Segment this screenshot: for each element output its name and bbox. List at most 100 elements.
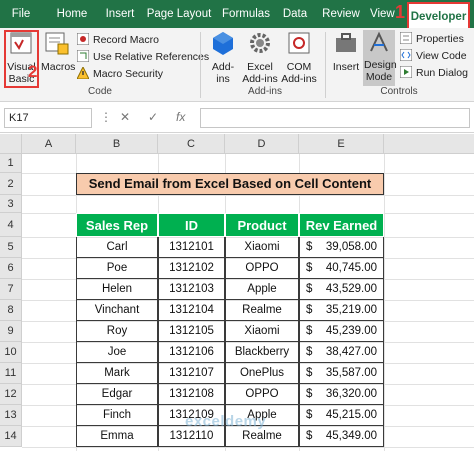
tab-file[interactable]: File [6, 0, 36, 28]
cell-sales-rep[interactable]: Joe [76, 342, 158, 363]
insert-function-icon[interactable]: fx [176, 110, 185, 124]
cell-rev-earned[interactable]: $45,215.00 [299, 405, 384, 426]
com-addins-button[interactable]: COM Add-ins [280, 30, 318, 85]
tab-home[interactable]: Home [52, 0, 92, 28]
design-mode-icon [370, 31, 388, 52]
cell-rev-earned[interactable]: $45,239.00 [299, 321, 384, 342]
row-header-3[interactable]: 3 [0, 195, 22, 213]
cell-product[interactable]: OnePlus [225, 363, 299, 384]
column-header-e[interactable]: E [299, 134, 384, 154]
cell-sales-rep[interactable]: Poe [76, 258, 158, 279]
row-header-12[interactable]: 12 [0, 384, 22, 405]
select-all-corner[interactable] [0, 134, 22, 154]
header-sales-rep[interactable]: Sales Rep [76, 213, 158, 237]
cell-id[interactable]: 1312102 [158, 258, 225, 279]
header-rev-earned[interactable]: Rev Earned [299, 213, 384, 237]
cell-rev-earned[interactable]: $39,058.00 [299, 237, 384, 258]
cell-rev-earned[interactable]: $43,529.00 [299, 279, 384, 300]
cell-sales-rep[interactable]: Vinchant [76, 300, 158, 321]
record-macro-button[interactable]: Record Macro [77, 32, 159, 48]
amount-value: 45,349.00 [325, 430, 377, 442]
cell-sales-rep[interactable]: Mark [76, 363, 158, 384]
cell-product[interactable]: Xiaomi [225, 237, 299, 258]
name-box[interactable]: K17 [4, 108, 92, 128]
view-code-button[interactable]: View Code [400, 48, 467, 64]
run-dialog-button[interactable]: Run Dialog [400, 65, 468, 81]
cell-rev-earned[interactable]: $38,427.00 [299, 342, 384, 363]
row-header-1[interactable]: 1 [0, 154, 22, 173]
relative-references-button[interactable]: Use Relative References [77, 49, 209, 65]
cell-product[interactable]: Xiaomi [225, 321, 299, 342]
row-header-13[interactable]: 13 [0, 405, 22, 426]
header-product[interactable]: Product [225, 213, 299, 237]
cell-rev-earned[interactable]: $36,320.00 [299, 384, 384, 405]
tab-developer[interactable]: Developer [407, 2, 470, 30]
column-header-c[interactable]: C [158, 134, 225, 154]
row-header-6[interactable]: 6 [0, 258, 22, 279]
cell-id[interactable]: 1312106 [158, 342, 225, 363]
insert-control-button[interactable]: Insert [330, 30, 362, 73]
row-header-9[interactable]: 9 [0, 321, 22, 342]
row-header-10[interactable]: 10 [0, 342, 22, 363]
cell-id[interactable]: 1312101 [158, 237, 225, 258]
enter-icon[interactable]: ✓ [148, 110, 158, 124]
formula-input[interactable] [200, 108, 470, 128]
group-separator [200, 32, 201, 98]
cell-id[interactable]: 1312105 [158, 321, 225, 342]
cell-product[interactable]: Apple [225, 279, 299, 300]
properties-label: Properties [416, 33, 464, 45]
column-header-d[interactable]: D [225, 134, 299, 154]
tab-data[interactable]: Data [278, 0, 312, 28]
column-header-f[interactable] [384, 134, 474, 154]
cell-product[interactable]: Realme [225, 300, 299, 321]
cell-id[interactable]: 1312104 [158, 300, 225, 321]
cell-sales-rep[interactable]: Finch [76, 405, 158, 426]
column-header-b[interactable]: B [76, 134, 158, 154]
cell-product[interactable]: OPPO [225, 258, 299, 279]
relative-references-icon [77, 50, 89, 62]
cell-product[interactable]: Blackberry [225, 342, 299, 363]
cancel-icon[interactable]: ✕ [120, 110, 130, 124]
header-id[interactable]: ID [158, 213, 225, 237]
design-mode-button[interactable]: Design Mode [363, 30, 397, 86]
row-header-4[interactable]: 4 [0, 213, 22, 237]
cell-rev-earned[interactable]: $35,587.00 [299, 363, 384, 384]
properties-button[interactable]: Properties [400, 31, 464, 47]
toolbox-icon [336, 33, 356, 52]
row-header-2[interactable]: 2 [0, 173, 22, 195]
cell-rev-earned[interactable]: $35,219.00 [299, 300, 384, 321]
cell-id[interactable]: 1312108 [158, 384, 225, 405]
row-header-5[interactable]: 5 [0, 237, 22, 258]
cell-sales-rep[interactable]: Edgar [76, 384, 158, 405]
warning-icon [77, 67, 89, 79]
cell-id[interactable]: 1312103 [158, 279, 225, 300]
tab-insert[interactable]: Insert [100, 0, 140, 28]
row-header-11[interactable]: 11 [0, 363, 22, 384]
cell-product[interactable]: OPPO [225, 384, 299, 405]
cell-sales-rep[interactable]: Carl [76, 237, 158, 258]
row-header-8[interactable]: 8 [0, 300, 22, 321]
cell-id[interactable]: 1312107 [158, 363, 225, 384]
excel-addins-button[interactable]: Excel Add-ins [241, 30, 279, 85]
sheet-title-cell[interactable]: Send Email from Excel Based on Cell Cont… [76, 173, 384, 195]
addins-button[interactable]: Add-ins [205, 30, 241, 85]
tab-page-layout[interactable]: Page Layout [146, 0, 212, 28]
cell-sales-rep[interactable]: Helen [76, 279, 158, 300]
more-options-icon[interactable]: ⋮ [100, 110, 112, 124]
cell-sales-rep[interactable]: Emma [76, 426, 158, 447]
row-header-14[interactable]: 14 [0, 426, 22, 447]
cell-rev-earned[interactable]: $40,745.00 [299, 258, 384, 279]
macro-security-label: Macro Security [93, 68, 164, 80]
tab-formulas[interactable]: Formulas [220, 0, 272, 28]
tab-view[interactable]: View [370, 0, 396, 28]
currency-symbol: $ [306, 283, 313, 295]
cell-rev-earned[interactable]: $45,349.00 [299, 426, 384, 447]
macro-security-button[interactable]: Macro Security [77, 66, 163, 82]
macros-button[interactable]: Macros [41, 30, 75, 73]
tab-review[interactable]: Review [320, 0, 362, 28]
column-header-a[interactable]: A [22, 134, 76, 154]
cell-sales-rep[interactable]: Roy [76, 321, 158, 342]
currency-symbol: $ [306, 325, 313, 337]
row-header-7[interactable]: 7 [0, 279, 22, 300]
group-separator [325, 32, 326, 98]
